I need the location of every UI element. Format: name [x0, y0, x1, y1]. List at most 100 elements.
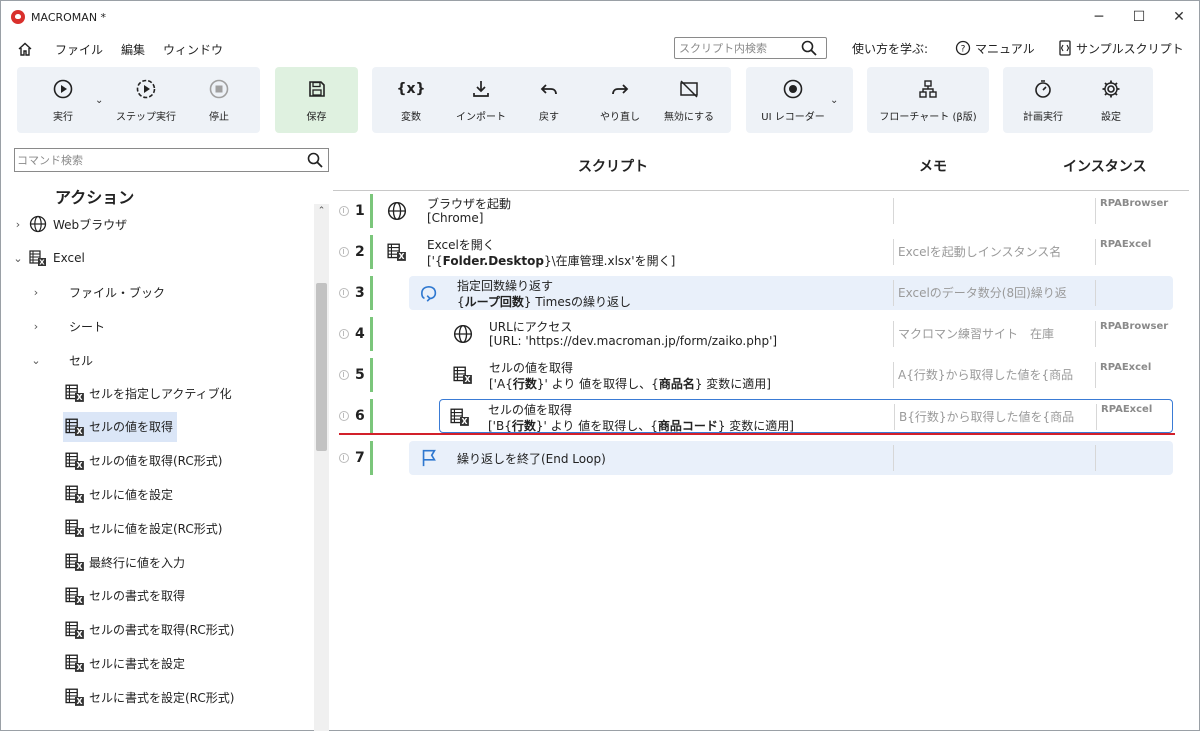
tree-leaf-label: セルの書式を取得(RC形式) [89, 623, 235, 638]
tree-leaf[interactable]: X セルに値を設定 [63, 479, 177, 509]
row-number[interactable]: 3 [339, 276, 369, 310]
close-button[interactable]: ✕ [1159, 1, 1199, 33]
script-search-input[interactable]: スクリプト内検索 [674, 37, 827, 59]
step-memo[interactable]: Excelを起動しインスタンス名 [893, 239, 1093, 265]
svg-text:X: X [464, 375, 470, 384]
run-button[interactable]: 実行 [43, 67, 83, 133]
tree-leaf[interactable]: X 最終行に値を入力 [63, 547, 189, 577]
tree-item-label: Webブラウザ [53, 217, 128, 232]
script-step-card[interactable]: ブラウザを起動 [Chrome] RPABrowser [377, 194, 1173, 228]
samples-link[interactable]: サンプルスクリプト [1058, 37, 1184, 59]
script-step-card[interactable]: 指定回数繰り返す {ループ回数} Timesの繰り返し Excelのデータ数分(8回… [409, 276, 1173, 310]
tree-item-file-book[interactable]: › ファイル・ブック [29, 278, 165, 306]
run-dropdown-chevron-icon[interactable]: ⌄ [95, 95, 103, 106]
learn-label: 使い方を学ぶ: [852, 42, 929, 56]
schedule-button[interactable]: 計画実行 [1021, 67, 1065, 133]
search-icon[interactable] [306, 151, 324, 169]
row-number[interactable]: 6 [339, 399, 369, 433]
step-title: URLにアクセス [489, 320, 573, 334]
row-number[interactable]: 4 [339, 317, 369, 351]
step-run-button[interactable]: ステップ実行 [113, 67, 179, 133]
breakpoint-icon[interactable] [339, 288, 349, 298]
breakpoint-icon[interactable] [339, 206, 349, 216]
save-button[interactable]: 保存 [275, 67, 358, 133]
step-detail: ['{Folder.Desktop}\在庫管理.xlsx'を開く] [427, 252, 675, 269]
svg-text:X: X [76, 596, 82, 605]
undo-button[interactable]: 戻す [529, 67, 569, 133]
maximize-button[interactable]: ☐ [1119, 1, 1159, 33]
home-icon[interactable] [17, 41, 33, 57]
row-number[interactable]: 5 [339, 358, 369, 392]
excel-icon: X [65, 653, 85, 673]
tree-leaf[interactable]: X セルの書式を取得(RC形式) [63, 615, 238, 645]
svg-text:X: X [76, 393, 82, 402]
recorder-dropdown-chevron-icon[interactable]: ⌄ [830, 95, 838, 106]
step-memo[interactable]: マクロマン練習サイト 在庫 [893, 321, 1093, 347]
tree-leaf[interactable]: X セルに書式を設定(RC形式) [63, 682, 238, 712]
row-number[interactable]: 1 [339, 194, 369, 228]
tree-item-sheet[interactable]: › シート [29, 312, 105, 340]
step-memo[interactable] [893, 445, 1093, 471]
flowchart-button[interactable]: フローチャート (β版) [867, 67, 989, 133]
search-icon[interactable] [800, 39, 818, 57]
step-memo[interactable]: A{行数}から取得した値を{商品 [893, 362, 1093, 388]
row-number-label: 6 [355, 408, 365, 424]
tree-item-label: セル [69, 353, 94, 368]
tree-leaf[interactable]: X セルに書式を設定 [63, 648, 189, 678]
settings-button[interactable]: 設定 [1091, 67, 1131, 133]
svg-text:X: X [398, 252, 404, 261]
disable-button[interactable]: 無効にする [659, 67, 719, 133]
row-number[interactable]: 2 [339, 235, 369, 269]
step-title: ブラウザを起動 [427, 197, 512, 211]
command-search-input[interactable]: コマンド検索 [14, 148, 329, 172]
row-number[interactable]: 7 [339, 441, 369, 475]
import-button[interactable]: インポート [451, 67, 511, 133]
menu-window[interactable]: ウィンドウ [163, 41, 223, 58]
sample-script-icon [1059, 40, 1071, 56]
schedule-label: 計画実行 [1023, 111, 1063, 123]
tree-leaf[interactable]: X セルの書式を取得 [63, 581, 189, 611]
tree-leaf[interactable]: X セルの値を取得 [63, 411, 178, 442]
ui-recorder-button[interactable]: UI レコーダー [753, 67, 833, 133]
breakpoint-icon[interactable] [339, 329, 349, 339]
tree-item-excel[interactable]: ⌄ X Excel [11, 244, 85, 272]
breakpoint-icon[interactable] [339, 453, 349, 463]
manual-link[interactable]: ? マニュアル [955, 37, 1035, 59]
stop-button[interactable]: 停止 [199, 67, 239, 133]
step-memo[interactable]: B{行数}から取得した値を{商品 [894, 404, 1094, 430]
tree-item-cell[interactable]: ⌄ セル [29, 346, 93, 374]
menu-edit[interactable]: 編集 [121, 41, 145, 58]
step-detail-variable: 商品コード [657, 419, 718, 433]
script-step-card[interactable]: 繰り返しを終了(End Loop) [409, 441, 1173, 475]
minimize-button[interactable]: ─ [1079, 1, 1119, 33]
tree-leaf-label: セルに値を設定 [89, 487, 174, 502]
svg-text:?: ? [961, 45, 966, 55]
tree-leaf-label: セルの値を取得(RC形式) [89, 454, 223, 469]
tree-leaf[interactable]: X セルの値を取得(RC形式) [63, 446, 226, 476]
excel-icon: X [453, 365, 473, 385]
scroll-up-icon[interactable]: ⌃ [314, 204, 329, 218]
variables-button[interactable]: {x} 変数 [391, 67, 431, 133]
tree-item-web-browser[interactable]: › Webブラウザ [11, 210, 127, 238]
breakpoint-icon[interactable] [339, 247, 349, 257]
gear-icon [1100, 78, 1122, 100]
step-title: セルの値を取得 [488, 403, 573, 417]
breakpoint-icon[interactable] [339, 411, 349, 421]
breakpoint-icon[interactable] [339, 370, 349, 380]
step-memo[interactable]: Excelのデータ数分(8回)繰り返 [893, 280, 1093, 306]
tree-leaf[interactable]: X セルに値を設定(RC形式) [63, 513, 226, 543]
step-memo[interactable] [893, 198, 1093, 224]
script-step-card[interactable]: X セルの値を取得 ['B{行数}' より 値を取得し、{商品コード} 変数に適用]… [439, 399, 1173, 433]
step-instance: RPAExcel [1095, 362, 1200, 388]
script-step-card[interactable]: X セルの値を取得 ['A{行数}' より 値を取得し、{商品名} 変数に適用] A{… [443, 358, 1173, 392]
svg-text:X: X [76, 697, 82, 706]
script-step-card[interactable]: URLにアクセス [URL: 'https://dev.macroman.jp/f… [443, 317, 1173, 351]
command-scrollbar[interactable]: ⌃ ⌄ [314, 204, 329, 731]
import-label: インポート [456, 111, 506, 123]
tree-leaf[interactable]: X セルを指定しアクティブ化 [63, 378, 236, 408]
scroll-thumb[interactable] [316, 283, 327, 451]
menu-file[interactable]: ファイル [55, 41, 103, 58]
script-step-card[interactable]: X Excelを開く ['{Folder.Desktop}\在庫管理.xlsx'を開… [377, 235, 1173, 269]
step-detail: [Chrome] [427, 211, 483, 225]
redo-button[interactable]: やり直し [595, 67, 645, 133]
